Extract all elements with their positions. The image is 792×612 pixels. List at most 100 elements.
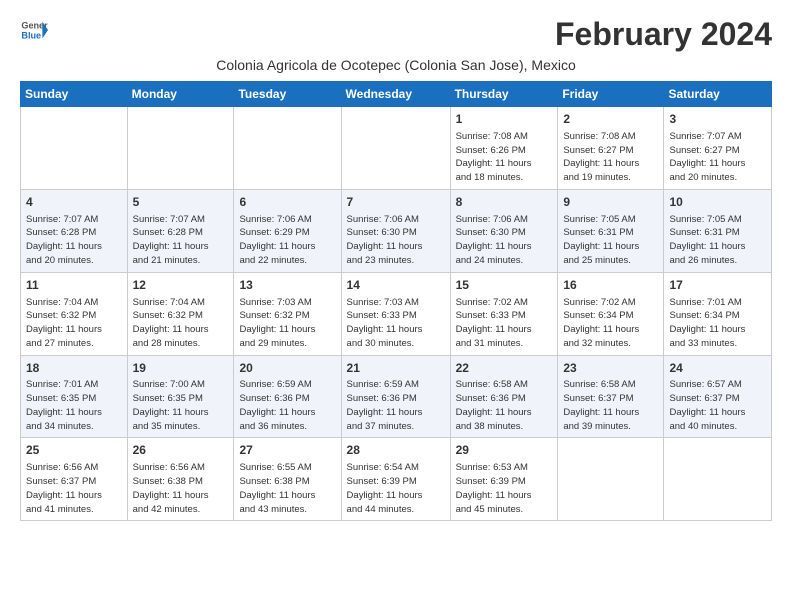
day-number: 27 xyxy=(239,442,335,459)
day-info: Sunrise: 6:55 AM Sunset: 6:38 PM Dayligh… xyxy=(239,461,335,516)
calendar-cell: 25 Sunrise: 6:56 AM Sunset: 6:37 PM Dayli… xyxy=(21,438,128,521)
calendar-cell: 17 Sunrise: 7:01 AM Sunset: 6:34 PM Dayli… xyxy=(664,272,772,355)
day-info: Sunrise: 6:57 AM Sunset: 6:37 PM Dayligh… xyxy=(669,378,766,433)
day-number: 19 xyxy=(133,360,229,377)
calendar-cell xyxy=(234,107,341,190)
calendar-cell: 7 Sunrise: 7:06 AM Sunset: 6:30 PM Daylig… xyxy=(341,189,450,272)
calendar-cell: 27 Sunrise: 6:55 AM Sunset: 6:38 PM Dayli… xyxy=(234,438,341,521)
day-number: 23 xyxy=(563,360,658,377)
calendar-cell: 13 Sunrise: 7:03 AM Sunset: 6:32 PM Dayli… xyxy=(234,272,341,355)
calendar-cell: 12 Sunrise: 7:04 AM Sunset: 6:32 PM Dayli… xyxy=(127,272,234,355)
weekday-header-friday: Friday xyxy=(558,82,664,107)
calendar-cell: 26 Sunrise: 6:56 AM Sunset: 6:38 PM Dayli… xyxy=(127,438,234,521)
day-number: 8 xyxy=(456,194,553,211)
calendar-cell: 9Sunrise: 7:05 AM Sunset: 6:31 PM Daylig… xyxy=(558,189,664,272)
month-year-title: February 2024 xyxy=(555,16,772,53)
day-number: 15 xyxy=(456,277,553,294)
weekday-header-thursday: Thursday xyxy=(450,82,558,107)
day-number: 17 xyxy=(669,277,766,294)
day-info: Sunrise: 7:04 AM Sunset: 6:32 PM Dayligh… xyxy=(133,296,229,351)
day-info: Sunrise: 7:08 AM Sunset: 6:26 PM Dayligh… xyxy=(456,130,553,185)
logo: General Blue xyxy=(20,16,52,44)
day-number: 24 xyxy=(669,360,766,377)
calendar-cell: 10 Sunrise: 7:05 AM Sunset: 6:31 PM Dayli… xyxy=(664,189,772,272)
calendar-cell: 16 Sunrise: 7:02 AM Sunset: 6:34 PM Dayli… xyxy=(558,272,664,355)
calendar-cell: 23Sunrise: 6:58 AM Sunset: 6:37 PM Dayli… xyxy=(558,355,664,438)
calendar-cell: 29 Sunrise: 6:53 AM Sunset: 6:39 PM Dayli… xyxy=(450,438,558,521)
day-number: 25 xyxy=(26,442,122,459)
day-number: 7 xyxy=(347,194,445,211)
day-number: 13 xyxy=(239,277,335,294)
day-number: 20 xyxy=(239,360,335,377)
calendar-cell: 2 Sunrise: 7:08 AM Sunset: 6:27 PM Daylig… xyxy=(558,107,664,190)
weekday-header-tuesday: Tuesday xyxy=(234,82,341,107)
day-info: Sunrise: 7:05 AM Sunset: 6:31 PM Dayligh… xyxy=(669,213,766,268)
day-info: Sunrise: 7:07 AM Sunset: 6:28 PM Dayligh… xyxy=(133,213,229,268)
calendar-cell: 20Sunrise: 6:59 AM Sunset: 6:36 PM Dayli… xyxy=(234,355,341,438)
calendar-cell xyxy=(127,107,234,190)
day-number: 18 xyxy=(26,360,122,377)
day-number: 12 xyxy=(133,277,229,294)
calendar-cell: 21Sunrise: 6:59 AM Sunset: 6:36 PM Dayli… xyxy=(341,355,450,438)
calendar-cell: 8 Sunrise: 7:06 AM Sunset: 6:30 PM Daylig… xyxy=(450,189,558,272)
calendar-cell: 28 Sunrise: 6:54 AM Sunset: 6:39 PM Dayli… xyxy=(341,438,450,521)
day-info: Sunrise: 7:06 AM Sunset: 6:30 PM Dayligh… xyxy=(456,213,553,268)
day-number: 10 xyxy=(669,194,766,211)
day-number: 26 xyxy=(133,442,229,459)
day-info: Sunrise: 7:03 AM Sunset: 6:32 PM Dayligh… xyxy=(239,296,335,351)
calendar-cell xyxy=(21,107,128,190)
day-number: 11 xyxy=(26,277,122,294)
calendar-cell: 1 Sunrise: 7:08 AM Sunset: 6:26 PM Daylig… xyxy=(450,107,558,190)
day-number: 22 xyxy=(456,360,553,377)
day-info: Sunrise: 6:58 AM Sunset: 6:36 PM Dayligh… xyxy=(456,378,553,433)
day-info: Sunrise: 6:56 AM Sunset: 6:38 PM Dayligh… xyxy=(133,461,229,516)
day-number: 2 xyxy=(563,111,658,128)
day-info: Sunrise: 7:02 AM Sunset: 6:34 PM Dayligh… xyxy=(563,296,658,351)
day-number: 9 xyxy=(563,194,658,211)
calendar-cell xyxy=(341,107,450,190)
day-number: 16 xyxy=(563,277,658,294)
calendar-cell: 15 Sunrise: 7:02 AM Sunset: 6:33 PM Dayli… xyxy=(450,272,558,355)
day-info: Sunrise: 7:01 AM Sunset: 6:35 PM Dayligh… xyxy=(26,378,122,433)
day-info: Sunrise: 7:08 AM Sunset: 6:27 PM Dayligh… xyxy=(563,130,658,185)
calendar-cell: 4Sunrise: 7:07 AM Sunset: 6:28 PM Daylig… xyxy=(21,189,128,272)
calendar-cell: 22Sunrise: 6:58 AM Sunset: 6:36 PM Dayli… xyxy=(450,355,558,438)
calendar-cell: 19Sunrise: 7:00 AM Sunset: 6:35 PM Dayli… xyxy=(127,355,234,438)
day-info: Sunrise: 6:59 AM Sunset: 6:36 PM Dayligh… xyxy=(239,378,335,433)
calendar-cell: 18Sunrise: 7:01 AM Sunset: 6:35 PM Dayli… xyxy=(21,355,128,438)
calendar-cell: 3 Sunrise: 7:07 AM Sunset: 6:27 PM Daylig… xyxy=(664,107,772,190)
day-number: 3 xyxy=(669,111,766,128)
day-number: 14 xyxy=(347,277,445,294)
calendar-cell xyxy=(664,438,772,521)
day-info: Sunrise: 7:06 AM Sunset: 6:30 PM Dayligh… xyxy=(347,213,445,268)
weekday-header-wednesday: Wednesday xyxy=(341,82,450,107)
svg-text:Blue: Blue xyxy=(21,30,41,40)
calendar-cell: 24Sunrise: 6:57 AM Sunset: 6:37 PM Dayli… xyxy=(664,355,772,438)
day-info: Sunrise: 6:56 AM Sunset: 6:37 PM Dayligh… xyxy=(26,461,122,516)
day-info: Sunrise: 7:03 AM Sunset: 6:33 PM Dayligh… xyxy=(347,296,445,351)
calendar-cell: 6Sunrise: 7:06 AM Sunset: 6:29 PM Daylig… xyxy=(234,189,341,272)
day-number: 29 xyxy=(456,442,553,459)
weekday-header-monday: Monday xyxy=(127,82,234,107)
day-info: Sunrise: 7:01 AM Sunset: 6:34 PM Dayligh… xyxy=(669,296,766,351)
day-info: Sunrise: 7:04 AM Sunset: 6:32 PM Dayligh… xyxy=(26,296,122,351)
calendar-cell: 11 Sunrise: 7:04 AM Sunset: 6:32 PM Dayli… xyxy=(21,272,128,355)
day-info: Sunrise: 6:58 AM Sunset: 6:37 PM Dayligh… xyxy=(563,378,658,433)
day-info: Sunrise: 7:02 AM Sunset: 6:33 PM Dayligh… xyxy=(456,296,553,351)
day-number: 28 xyxy=(347,442,445,459)
location-title: Colonia Agricola de Ocotepec (Colonia Sa… xyxy=(20,57,772,73)
calendar-cell xyxy=(558,438,664,521)
generalblue-icon: General Blue xyxy=(20,16,48,44)
calendar-table: SundayMondayTuesdayWednesdayThursdayFrid… xyxy=(20,81,772,521)
day-info: Sunrise: 7:00 AM Sunset: 6:35 PM Dayligh… xyxy=(133,378,229,433)
day-info: Sunrise: 6:54 AM Sunset: 6:39 PM Dayligh… xyxy=(347,461,445,516)
day-info: Sunrise: 6:53 AM Sunset: 6:39 PM Dayligh… xyxy=(456,461,553,516)
month-title: February 2024 xyxy=(555,16,772,53)
calendar-cell: 5Sunrise: 7:07 AM Sunset: 6:28 PM Daylig… xyxy=(127,189,234,272)
weekday-header-sunday: Sunday xyxy=(21,82,128,107)
weekday-header-saturday: Saturday xyxy=(664,82,772,107)
day-number: 6 xyxy=(239,194,335,211)
day-number: 1 xyxy=(456,111,553,128)
day-info: Sunrise: 7:07 AM Sunset: 6:27 PM Dayligh… xyxy=(669,130,766,185)
day-info: Sunrise: 6:59 AM Sunset: 6:36 PM Dayligh… xyxy=(347,378,445,433)
